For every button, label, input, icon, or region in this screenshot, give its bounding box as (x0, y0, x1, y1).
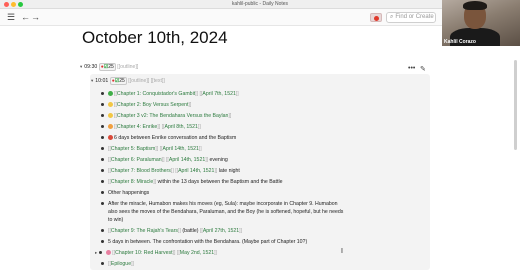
outline-row[interactable]: ▾ 09:30 ●☑25 [[outline]] (80, 63, 138, 71)
entry-row[interactable]: ▾ 10:01 ●☑25 [[outline]] [[text]] (91, 77, 165, 85)
entry-tags[interactable]: [[outline]] [[text]] (128, 78, 165, 84)
search-icon: ⌕ (390, 14, 394, 20)
more-options-icon[interactable]: ••• (408, 65, 415, 72)
collapse-triangle-icon[interactable]: ▾ (91, 78, 93, 83)
page-title[interactable]: October 10th, 2024 (82, 28, 228, 48)
status-badge[interactable]: ●☑25 (98, 63, 116, 71)
orange-emoji-icon (108, 124, 113, 130)
list-item[interactable]: [[Chapter 1: Conquistador's Gambit]] [[A… (101, 91, 239, 97)
search-placeholder: Find or Create (395, 14, 434, 20)
green-emoji-icon (108, 91, 113, 97)
record-button[interactable] (370, 13, 382, 22)
sidebar-toggle-icon[interactable]: ☰ (7, 12, 15, 22)
collapse-triangle-icon[interactable]: ▾ (80, 64, 82, 69)
search-input[interactable]: ⌕ Find or Create (386, 12, 436, 23)
yellow-emoji-icon (108, 113, 113, 119)
list-item[interactable]: 6 days between Enrike conversation and t… (101, 135, 236, 141)
paragraph-line: also sees the moves of the Bendahara, Pa… (108, 209, 344, 215)
list-item[interactable]: [[Chapter 3 v2: The Bendahara Versus the… (101, 113, 231, 119)
outline-time: 09:30 (84, 64, 98, 70)
webcam-name-label: Kahlil Corazo (444, 39, 476, 45)
edit-pencil-icon[interactable]: ✎ (420, 65, 426, 73)
list-item[interactable]: [[Chapter 8: Miracle]] within the 13 day… (101, 179, 282, 185)
pink-emoji-icon (106, 250, 112, 256)
list-item[interactable]: 5 days in between. The confrontation wit… (101, 239, 307, 245)
list-item[interactable]: [[Chapter 2: Boy Versus Serpent]] (101, 102, 191, 108)
scrollbar-thumb[interactable] (514, 60, 517, 150)
list-item[interactable]: [[Epilogue]] (101, 261, 134, 267)
entry-time: 10:01 (95, 78, 109, 84)
paragraph-item[interactable]: After the miracle, Humabon makes his mov… (101, 201, 338, 207)
forward-arrow-icon[interactable]: → (31, 12, 40, 22)
list-item[interactable]: [[Chapter 5: Baptism]] [[April 14th, 152… (101, 146, 202, 152)
badge-count: 25 (119, 78, 125, 84)
yellow-emoji-icon (108, 102, 113, 108)
back-arrow-icon[interactable]: ← (21, 12, 30, 22)
list-item[interactable]: [[Chapter 6: Paraluman]] [[April 14th, 1… (101, 157, 228, 163)
red-emoji-icon (108, 135, 113, 141)
list-item[interactable]: [[Chapter 7: Blood Brothers]] [[April 14… (101, 168, 240, 174)
text-cursor-icon: I (341, 248, 343, 255)
list-item[interactable]: [[Chapter 4: Enrike]] [[April 8th, 1521]… (101, 124, 201, 130)
list-item[interactable]: ▸ [[Chapter 10: Red Harvest]] [[May 2nd, … (95, 250, 217, 256)
list-item[interactable]: Other happenings (101, 190, 149, 196)
webcam-person-hair (463, 1, 487, 10)
outline-tag[interactable]: [[outline]] (117, 64, 138, 70)
webcam-overlay: Kahlil Corazo (442, 0, 520, 46)
status-badge[interactable]: ●☑25 (109, 77, 127, 85)
paragraph-line: to win) (108, 217, 124, 223)
record-icon (374, 15, 379, 21)
expand-triangle-icon[interactable]: ▸ (95, 250, 97, 255)
list-item[interactable]: [[Chapter 9: The Rajah's Tears]] (battle… (101, 228, 242, 234)
badge-count: 25 (108, 64, 114, 70)
